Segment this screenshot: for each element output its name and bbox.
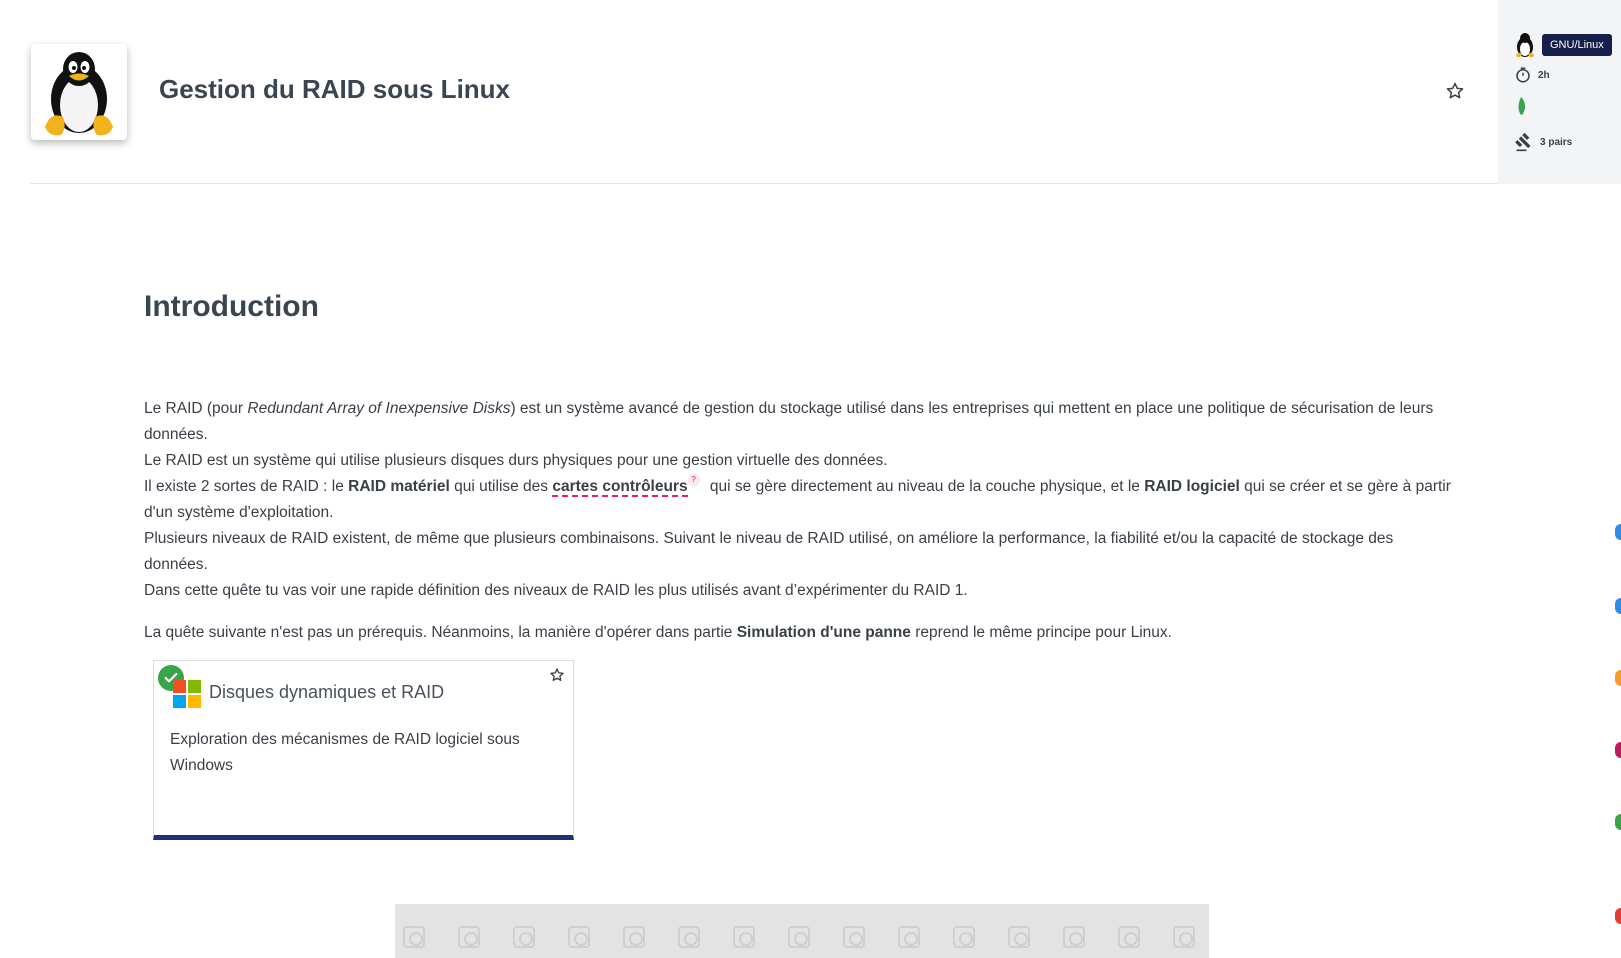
card-title[interactable]: Disques dynamiques et RAID (209, 682, 444, 703)
intro-line-3: Il existe 2 sortes de RAID : le RAID mat… (144, 474, 1454, 526)
intro-line-4: Plusieurs niveaux de RAID existent, de m… (144, 530, 1394, 573)
hard-disk-icon (513, 926, 535, 948)
star-icon (550, 668, 564, 681)
card-favorite-button[interactable] (549, 667, 565, 688)
star-icon (1446, 82, 1464, 99)
tux-penguin-icon (31, 44, 127, 140)
hard-disk-icon (623, 926, 645, 948)
green-leaf-icon (1518, 97, 1526, 115)
evaluation-row: 3 pairs (1514, 132, 1572, 152)
hard-disk-icon (568, 926, 590, 948)
hard-disk-icon (1063, 926, 1085, 948)
hard-disk-icon (1008, 926, 1030, 948)
prerequisite-note: La quête suivante n'est pas un prérequis… (144, 620, 1454, 646)
duration-value: 2h (1538, 69, 1550, 81)
intro-line-1: Le RAID (pour Redundant Array of Inexpen… (144, 396, 1454, 448)
platform-row: GNU/Linux (1514, 32, 1612, 58)
hard-disk-icon (678, 926, 700, 948)
hard-disk-icon (953, 926, 975, 948)
hard-disk-icon (733, 926, 755, 948)
intro-line-5: Dans cette quête tu vas voir une rapide … (144, 582, 968, 599)
text: qui utilise des (449, 478, 553, 495)
level-row (1514, 96, 1528, 116)
evaluation-value: 3 pairs (1540, 136, 1573, 148)
platform-tooltip: GNU/Linux (1542, 34, 1612, 56)
text: qui se gère directement au niveau de la … (705, 478, 1145, 495)
quest-header: Gestion du RAID sous Linux (30, 0, 1498, 184)
edge-nav-dot[interactable] (1615, 742, 1621, 758)
text: La quête suivante n'est pas un prérequis… (144, 624, 737, 641)
intro-line-2: Le RAID est un système qui utilise plusi… (144, 452, 888, 469)
related-quest-card[interactable]: Disques dynamiques et RAID Exploration d… (153, 660, 574, 840)
simulation-panne: Simulation d'une panne (736, 624, 911, 641)
quest-content: Introduction Le RAID (pour Redundant Arr… (144, 290, 1454, 646)
intro-paragraph: Le RAID (pour Redundant Array of Inexpen… (144, 396, 1454, 604)
duration-row: 2h (1514, 66, 1550, 84)
glossary-link-cartes-controleurs[interactable]: cartes contrôleurs (552, 478, 688, 497)
edge-nav-dot[interactable] (1615, 524, 1621, 540)
hard-disk-icon (788, 926, 810, 948)
quest-meta-sidebar: GNU/Linux 2h 3 pairs (1498, 0, 1621, 184)
hard-disk-icon (1173, 926, 1195, 948)
text: reprend le même principe pour Linux. (910, 624, 1172, 641)
hard-disk-icon (843, 926, 865, 948)
edge-nav-dot[interactable] (1615, 908, 1621, 924)
card-description: Exploration des mécanismes de RAID logic… (170, 731, 520, 774)
linux-icon (1516, 33, 1534, 58)
hard-disk-icon (403, 926, 425, 948)
edge-nav-dot[interactable] (1615, 670, 1621, 686)
favorite-button[interactable] (1442, 78, 1468, 104)
edge-nav-dot[interactable] (1615, 814, 1621, 830)
raid-logiciel: RAID logiciel (1144, 478, 1240, 495)
section-heading: Introduction (144, 290, 319, 323)
hard-disk-pattern-banner (395, 904, 1209, 958)
hard-disk-icon (458, 926, 480, 948)
text: Il existe 2 sortes de RAID : le (144, 478, 349, 495)
timer-icon (1516, 67, 1530, 83)
windows-logo-icon (173, 680, 201, 708)
hard-disk-icon (898, 926, 920, 948)
hard-disk-icon (1118, 926, 1140, 948)
text: Le RAID (pour (144, 400, 248, 417)
tooltip-icon[interactable]: ? (687, 474, 700, 486)
edge-nav-dot[interactable] (1615, 598, 1621, 614)
raid-acronym: Redundant Array of Inexpensive Disks (247, 400, 511, 417)
raid-materiel: RAID matériel (348, 478, 450, 495)
page-title: Gestion du RAID sous Linux (159, 74, 511, 104)
gavel-icon (1515, 132, 1531, 152)
